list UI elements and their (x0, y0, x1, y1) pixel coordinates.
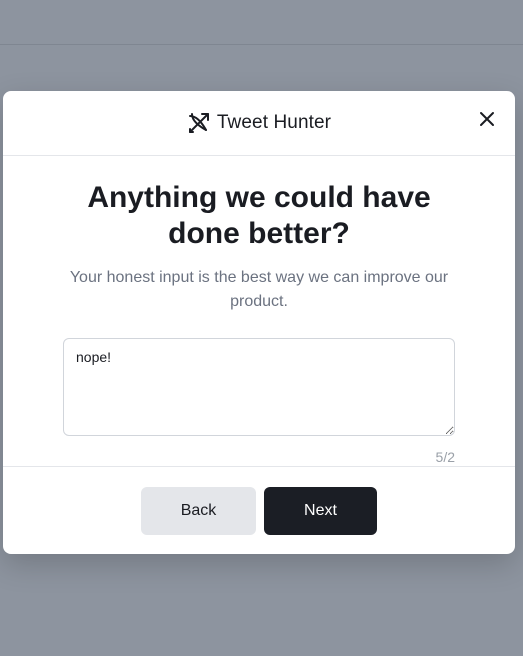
feedback-textarea[interactable] (63, 338, 455, 436)
close-button[interactable] (477, 109, 497, 129)
modal-title: Anything we could have done better? (87, 181, 431, 250)
feedback-field-wrapper: 5/2 (63, 338, 455, 465)
brand-name: Tweet Hunter (216, 112, 332, 133)
next-button[interactable]: Next (264, 487, 377, 535)
feedback-modal: Tweet Hunter Anything we could have done… (3, 91, 515, 554)
background-divider (0, 44, 523, 45)
character-count: 5/2 (435, 449, 455, 465)
modal-subtitle: Your honest input is the best way we can… (69, 269, 449, 310)
back-button[interactable]: Back (141, 487, 256, 535)
modal-footer: Back Next (3, 466, 515, 554)
brand: Tweet Hunter (187, 111, 331, 135)
modal-header: Tweet Hunter (3, 91, 515, 156)
close-icon[interactable] (479, 111, 495, 127)
bow-arrow-icon (187, 111, 211, 135)
modal-body: Anything we could have done better? Your… (3, 156, 515, 465)
